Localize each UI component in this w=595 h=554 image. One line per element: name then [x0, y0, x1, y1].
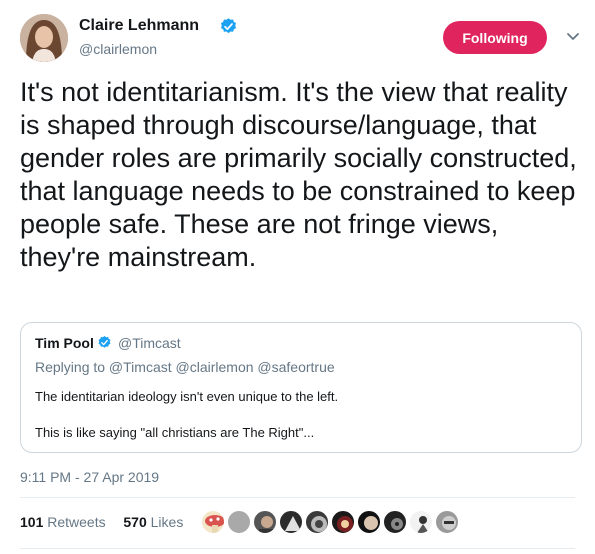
liker-avatar[interactable] — [304, 509, 330, 535]
verified-badge-icon — [220, 18, 237, 34]
liker-avatar[interactable] — [278, 509, 304, 535]
retweets-label[interactable]: Retweets — [47, 514, 105, 530]
liker-avatar[interactable] — [226, 509, 252, 535]
likes-label[interactable]: Likes — [151, 514, 184, 530]
quoted-text-line-1: The identitarian ideology isn't even uni… — [35, 389, 339, 404]
quoted-verified-badge-icon — [98, 335, 111, 348]
divider — [20, 497, 575, 498]
liker-avatar[interactable] — [382, 509, 408, 535]
author-avatar[interactable] — [20, 14, 68, 62]
likes-count[interactable]: 570 — [123, 514, 146, 530]
divider — [20, 548, 575, 549]
author-handle[interactable]: @clairlemon — [79, 41, 157, 57]
liker-avatar[interactable] — [252, 509, 278, 535]
quoted-text-line-2: This is like saying "all christians are … — [35, 425, 315, 440]
liker-avatar[interactable] — [330, 509, 356, 535]
liker-avatar[interactable] — [200, 509, 226, 535]
liker-avatar[interactable] — [408, 509, 434, 535]
liker-avatar[interactable] — [356, 509, 382, 535]
chevron-down-icon[interactable] — [566, 32, 580, 42]
tweet-text: It's not identitarianism. It's the view … — [20, 77, 577, 272]
quoted-author-handle[interactable]: @Timcast — [118, 335, 181, 351]
following-button[interactable]: Following — [443, 21, 547, 54]
liker-avatar[interactable] — [434, 509, 460, 535]
retweets-count[interactable]: 101 — [20, 514, 43, 530]
quoted-author-name[interactable]: Tim Pool — [35, 335, 94, 351]
tweet-stats: 101 Retweets 570 Likes — [20, 514, 183, 530]
quoted-tweet-card[interactable]: Tim Pool @Timcast Replying to @Timcast @… — [20, 322, 582, 453]
author-name[interactable]: Claire Lehmann — [79, 17, 199, 35]
tweet-timestamp[interactable]: 9:11 PM - 27 Apr 2019 — [20, 469, 159, 485]
liker-avatars — [200, 509, 470, 535]
quoted-replying-to: Replying to @Timcast @clairlemon @safeor… — [35, 359, 335, 375]
